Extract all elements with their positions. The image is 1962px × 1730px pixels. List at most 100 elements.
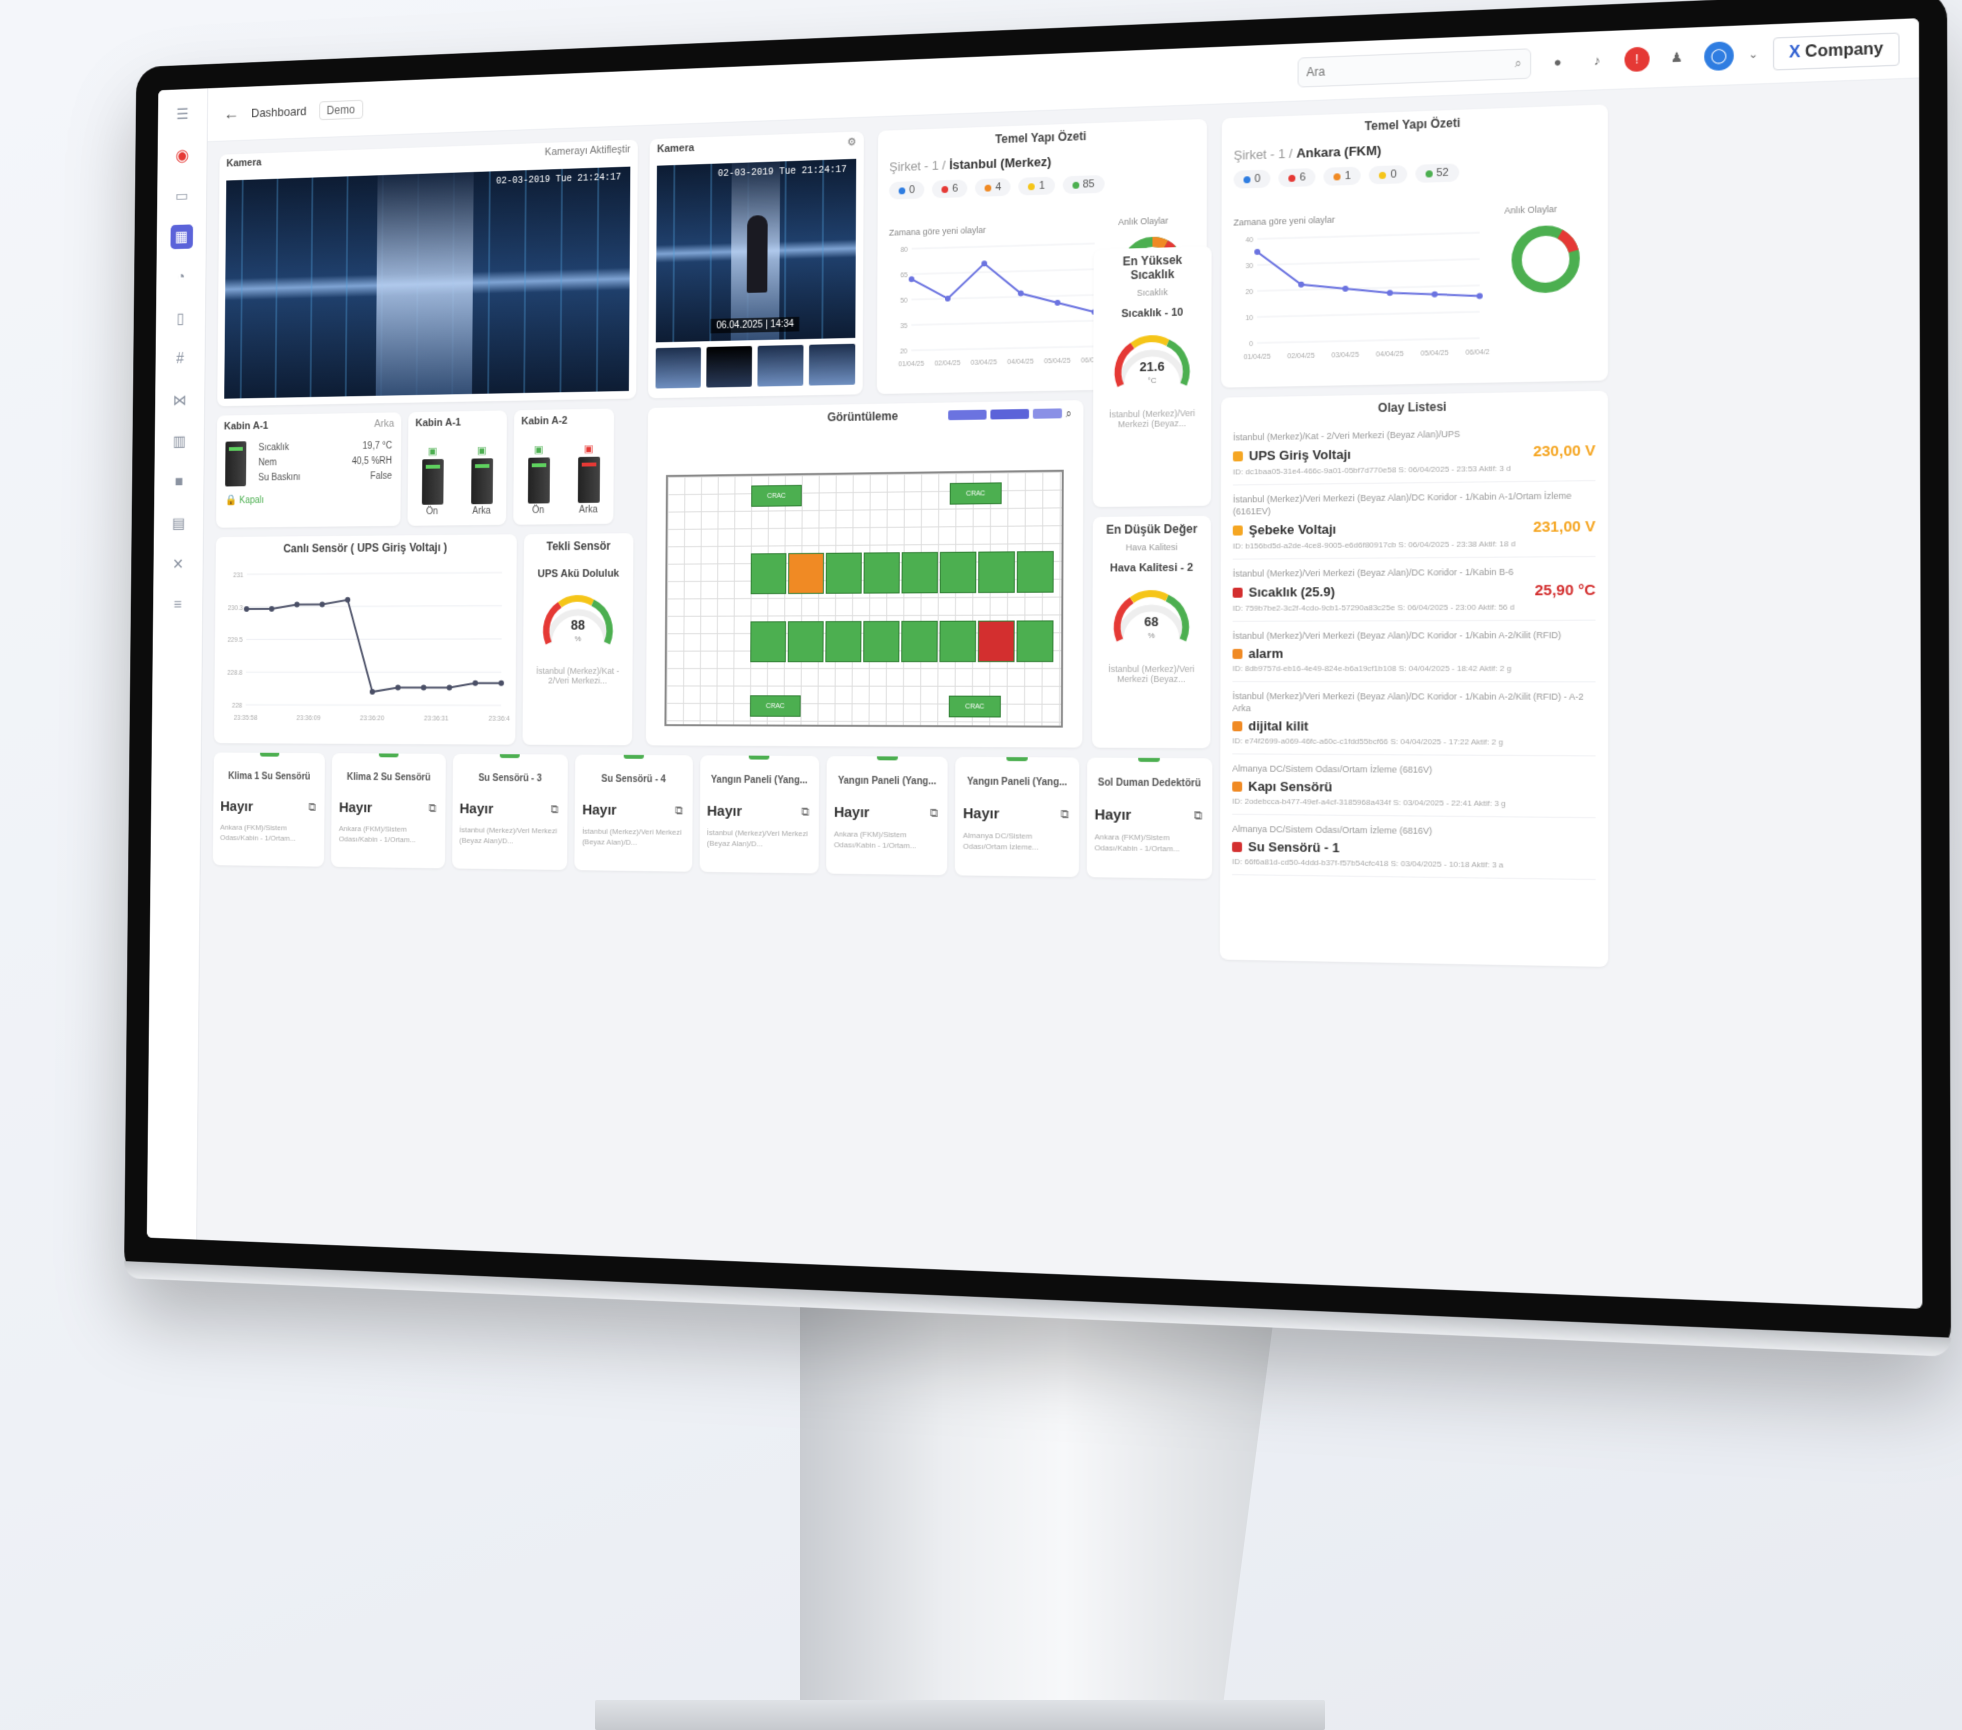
sensor-card[interactable]: Su Sensörü - 4 Hayır ⧉ İstanbul (Merkez)… bbox=[574, 754, 693, 872]
sensor-card[interactable]: Yangın Paneli (Yang... Hayır ⧉ Almanya D… bbox=[955, 756, 1079, 878]
device-icon[interactable]: ▯ bbox=[169, 306, 192, 331]
floorplan[interactable]: CRAC CRAC CRAC CRAC bbox=[664, 469, 1064, 728]
search-input[interactable] bbox=[1306, 56, 1515, 79]
breadcrumb[interactable]: Dashboard bbox=[251, 104, 307, 120]
data-point[interactable] bbox=[1386, 289, 1393, 296]
demo-dropdown[interactable]: Demo bbox=[318, 99, 363, 120]
view-toggle[interactable] bbox=[990, 408, 1029, 420]
settings-icon[interactable]: ≡ bbox=[166, 593, 189, 617]
menu-icon[interactable]: ☰ bbox=[171, 102, 194, 127]
data-point[interactable] bbox=[1431, 291, 1438, 298]
gauge-icon[interactable]: ◔ bbox=[170, 265, 193, 290]
status-pill[interactable]: 6 bbox=[1278, 168, 1316, 188]
chevron-down-icon[interactable]: ⌄ bbox=[1748, 47, 1758, 61]
camera-thumb[interactable] bbox=[706, 346, 753, 388]
rack-cell[interactable] bbox=[901, 551, 938, 594]
camera-thumb[interactable] bbox=[757, 344, 804, 387]
dashboard-icon[interactable]: ▦ bbox=[170, 224, 193, 250]
event-item[interactable]: Almanya DC/Sistem Odası/Ortam İzleme (68… bbox=[1232, 754, 1596, 819]
user-group-icon[interactable]: ♟ bbox=[1664, 44, 1689, 70]
grid-icon[interactable]: # bbox=[169, 347, 192, 372]
status-pill[interactable]: 0 bbox=[889, 180, 925, 200]
avatar[interactable]: ◯ bbox=[1703, 40, 1734, 71]
rack-cell[interactable] bbox=[1016, 551, 1054, 593]
rack-cell[interactable] bbox=[787, 621, 824, 663]
briefcase-icon[interactable]: ■ bbox=[168, 470, 191, 495]
rack-cell[interactable] bbox=[1016, 620, 1054, 663]
data-point[interactable] bbox=[446, 684, 453, 691]
rack-cell[interactable] bbox=[825, 621, 862, 663]
status-pill[interactable]: 0 bbox=[1233, 169, 1271, 189]
search-icon[interactable]: ⌕ bbox=[1515, 56, 1522, 71]
zoom-icon[interactable]: ⌕ bbox=[1066, 408, 1072, 421]
event-item[interactable]: İstanbul (Merkez)/Veri Merkezi (Beyaz Al… bbox=[1232, 682, 1596, 757]
data-point[interactable] bbox=[243, 606, 250, 612]
rack-cell[interactable] bbox=[863, 552, 900, 594]
data-point[interactable] bbox=[395, 684, 401, 691]
tools-icon[interactable]: ✕ bbox=[167, 552, 190, 576]
cabinet-a1-card[interactable]: Kabin A-1 Arka Sıcaklık 19,7 °C Nem 40,5 %R… bbox=[216, 412, 402, 528]
data-point[interactable] bbox=[420, 684, 427, 691]
rack-cell-warning[interactable] bbox=[788, 552, 825, 595]
data-point[interactable] bbox=[498, 680, 504, 687]
external-link-icon[interactable]: ⧉ bbox=[428, 801, 437, 815]
rack-cell[interactable] bbox=[901, 620, 938, 663]
back-arrow-icon[interactable]: ← bbox=[223, 104, 239, 124]
data-point[interactable] bbox=[344, 597, 351, 603]
external-link-icon[interactable]: ⧉ bbox=[675, 804, 683, 819]
event-item[interactable]: İstanbul (Merkez)/Kat - 2/Veri Merkezi (… bbox=[1232, 417, 1596, 486]
view-toggle[interactable] bbox=[947, 409, 987, 421]
sensor-card[interactable]: Yangın Paneli (Yang... Hayır ⧉ Ankara (F… bbox=[826, 756, 948, 876]
rack-cell[interactable] bbox=[939, 620, 977, 663]
sensor-card[interactable]: Klima 2 Su Sensörü Hayır ⧉ Ankara (FKM)/… bbox=[331, 753, 446, 869]
data-point[interactable] bbox=[1476, 292, 1483, 300]
network-icon[interactable]: ⋈ bbox=[168, 388, 191, 413]
bell-icon[interactable]: ♪ bbox=[1585, 48, 1610, 73]
external-link-icon[interactable]: ⧉ bbox=[1061, 807, 1069, 822]
status-pill[interactable]: 6 bbox=[932, 179, 968, 199]
rack-cell[interactable] bbox=[825, 552, 862, 594]
external-link-icon[interactable]: ⧉ bbox=[308, 800, 316, 814]
crac-unit[interactable]: CRAC bbox=[751, 484, 802, 507]
monitor-icon[interactable]: ▭ bbox=[170, 184, 193, 209]
map-icon[interactable]: ▥ bbox=[168, 429, 191, 454]
data-point[interactable] bbox=[1342, 285, 1349, 292]
camera-side-feed[interactable]: 02-03-2019 Tue 21:24:17 06.04.2025 | 14:… bbox=[655, 158, 857, 343]
data-point[interactable] bbox=[369, 689, 376, 695]
external-link-icon[interactable]: ⧉ bbox=[551, 802, 559, 816]
sensor-card[interactable]: Yangın Paneli (Yang... Hayır ⧉ İstanbul … bbox=[699, 755, 820, 874]
event-item[interactable]: İstanbul (Merkez)/Veri Merkezi (Beyaz Al… bbox=[1232, 620, 1596, 683]
rack-cell[interactable] bbox=[750, 553, 787, 595]
search-box[interactable]: ⌕ bbox=[1297, 47, 1531, 88]
camera-activate-link[interactable]: Kamerayı Aktifleştir bbox=[545, 144, 631, 159]
crac-unit[interactable]: CRAC bbox=[948, 695, 1001, 718]
alert-icon[interactable]: ! bbox=[1624, 46, 1650, 72]
rack-cell-alarm[interactable] bbox=[977, 620, 1015, 663]
external-link-icon[interactable]: ⧉ bbox=[801, 805, 809, 820]
report-icon[interactable]: ▤ bbox=[167, 511, 190, 535]
view-toggle[interactable] bbox=[1032, 408, 1062, 419]
status-pill[interactable]: 85 bbox=[1062, 174, 1105, 195]
status-pill[interactable]: 0 bbox=[1369, 165, 1407, 185]
status-pill[interactable]: 1 bbox=[1323, 166, 1362, 186]
rack-cell[interactable] bbox=[939, 551, 977, 594]
sensor-card[interactable]: Klima 1 Su Sensörü Hayır ⧉ Ankara (FKM)/… bbox=[212, 752, 326, 867]
sensor-card[interactable]: Su Sensörü - 3 Hayır ⧉ İstanbul (Merkez)… bbox=[451, 753, 568, 871]
camera-feed[interactable]: 02-03-2019 Tue 21:24:17 bbox=[224, 166, 631, 399]
cabinet-a2-card[interactable]: Kabin A-2 ▣ Ön ▣ Arka bbox=[513, 408, 615, 525]
status-pill[interactable]: 1 bbox=[1018, 176, 1055, 196]
sensor-card[interactable]: Sol Duman Dedektörü Hayır ⧉ Ankara (FKM)… bbox=[1086, 757, 1213, 879]
event-item[interactable]: İstanbul (Merkez)/Veri Merkezi (Beyaz Al… bbox=[1232, 481, 1596, 560]
data-point[interactable] bbox=[472, 680, 479, 687]
cabinet-a1-doors-card[interactable]: Kabin A-1 ▣ Ön ▣ Arka bbox=[407, 410, 507, 526]
rack-cell[interactable] bbox=[750, 621, 787, 663]
camera-thumb[interactable] bbox=[655, 347, 701, 389]
status-pill[interactable]: 52 bbox=[1414, 163, 1459, 183]
event-item[interactable]: İstanbul (Merkez)/Veri Merkezi (Beyaz Al… bbox=[1232, 557, 1596, 622]
rack-cell[interactable] bbox=[978, 551, 1015, 594]
crac-unit[interactable]: CRAC bbox=[949, 482, 1002, 505]
camera-thumb[interactable] bbox=[808, 343, 856, 386]
chat-icon[interactable]: ● bbox=[1545, 49, 1570, 74]
event-item[interactable]: Almanya DC/Sistem Odası/Ortam İzleme (68… bbox=[1232, 814, 1596, 881]
external-link-icon[interactable]: ⧉ bbox=[930, 806, 938, 821]
